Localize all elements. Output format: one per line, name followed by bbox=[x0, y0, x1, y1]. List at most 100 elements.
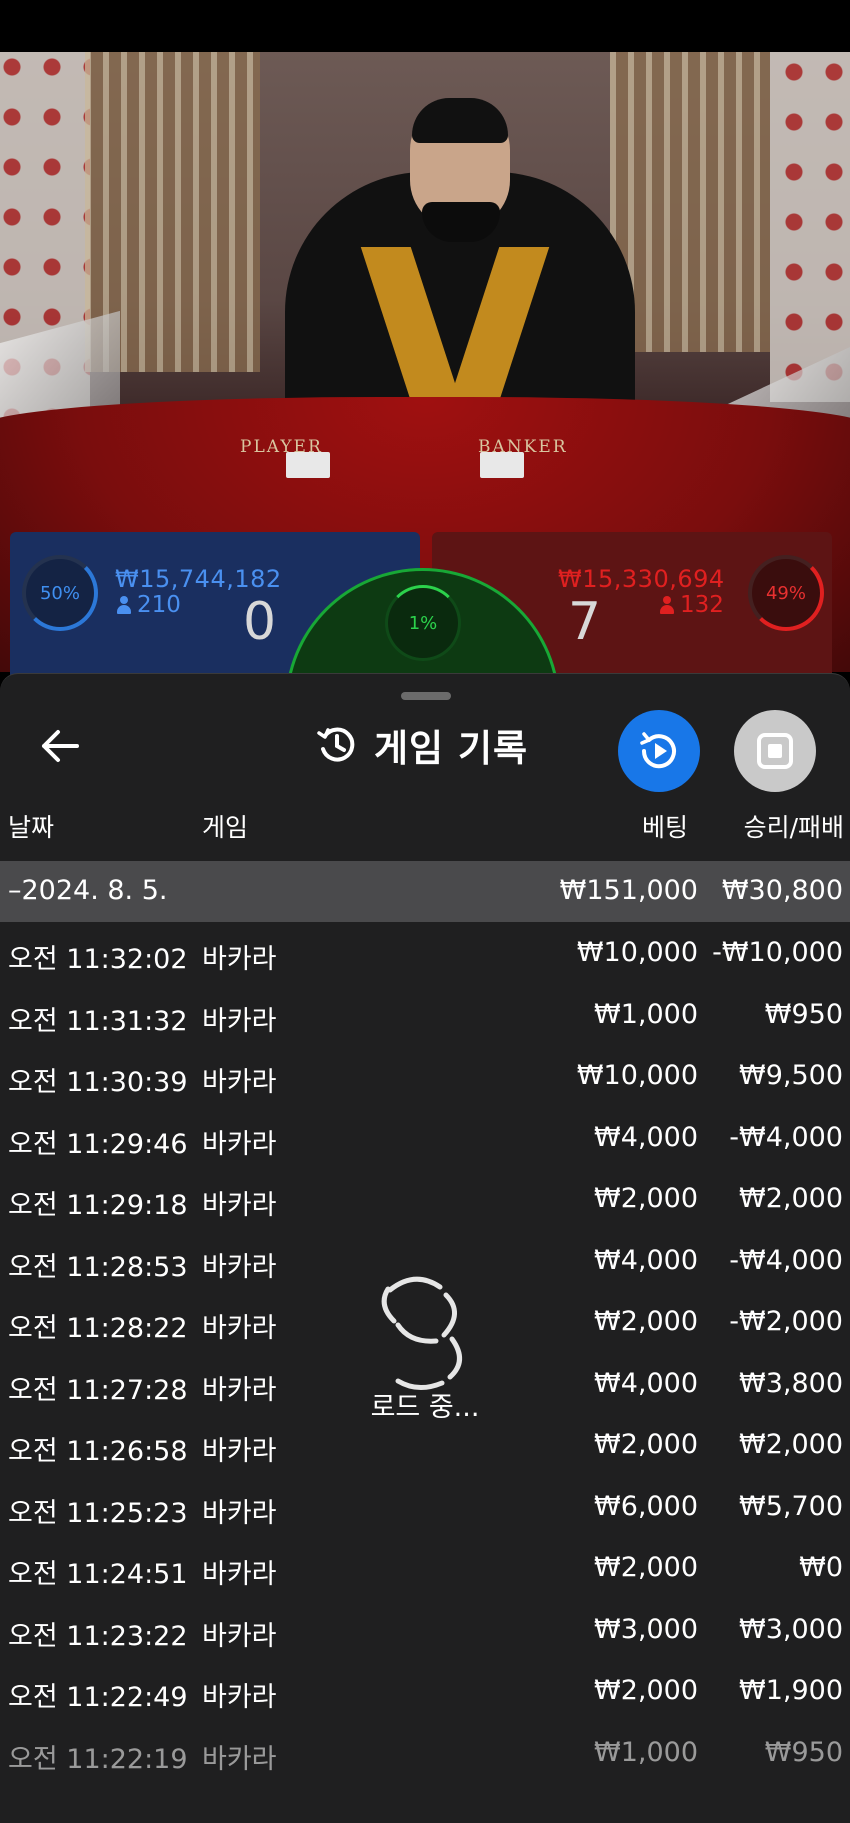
banker-bettors: 132 bbox=[680, 592, 724, 618]
row-bet: ₩4,000 bbox=[594, 1244, 698, 1276]
stop-button[interactable] bbox=[734, 710, 816, 792]
row-bet: ₩6,000 bbox=[594, 1490, 698, 1522]
summary-date: –2024. 8. 5. bbox=[8, 875, 168, 906]
dealer-hair bbox=[412, 98, 508, 143]
row-bet: ₩1,000 bbox=[594, 1736, 698, 1768]
row-time: 오전 11:27:28 bbox=[8, 1374, 188, 1406]
row-game: 바카라 bbox=[202, 1190, 277, 1221]
stop-square-icon bbox=[757, 733, 793, 769]
row-win-loss: ₩950 bbox=[764, 1736, 843, 1768]
tie-percent-ring: 1% bbox=[385, 585, 461, 661]
row-win-loss: ₩5,700 bbox=[739, 1490, 843, 1522]
row-time: 오전 11:29:18 bbox=[8, 1190, 188, 1221]
row-time: 오전 11:25:23 bbox=[8, 1497, 188, 1529]
history-title-group: 게임 기록 bbox=[316, 717, 528, 773]
row-time: 오전 11:23:22 bbox=[8, 1620, 188, 1652]
row-game: 바카라 bbox=[202, 1743, 277, 1775]
table-row[interactable]: 오전 11:23:22 바카라 ₩3,000 ₩3,000 bbox=[0, 1600, 850, 1662]
row-time: 오전 11:31:32 bbox=[8, 1005, 188, 1037]
sheet-drag-handle[interactable] bbox=[401, 692, 451, 700]
row-time: 오전 11:32:02 bbox=[8, 944, 188, 975]
row-game: 바카라 bbox=[202, 1067, 277, 1098]
back-button[interactable] bbox=[32, 718, 88, 774]
column-header-game: 게임 bbox=[202, 813, 249, 842]
blossom-decor-right bbox=[770, 52, 850, 402]
row-game: 바카라 bbox=[202, 1559, 277, 1590]
row-time: 오전 11:22:49 bbox=[8, 1682, 188, 1713]
table-row[interactable]: 오전 11:32:02 바카라 ₩10,000 -₩10,000 bbox=[0, 923, 850, 985]
player-percent-ring: 50% bbox=[22, 555, 98, 631]
player-percent: 50% bbox=[39, 582, 80, 604]
table-row[interactable]: 오전 11:25:23 바카라 ₩6,000 ₩5,700 bbox=[0, 1477, 850, 1539]
column-header-win-loss: 승리/패배 bbox=[743, 813, 844, 842]
table-row[interactable]: 오전 11:31:32 바카라 ₩1,000 ₩950 bbox=[0, 985, 850, 1047]
row-bet: ₩4,000 bbox=[594, 1367, 698, 1399]
banker-total-amount: ₩15,330,694 bbox=[558, 565, 725, 593]
table-row[interactable]: 오전 11:26:58 바카라 ₩2,000 ₩2,000 bbox=[0, 1415, 850, 1477]
player-card bbox=[286, 452, 330, 478]
date-summary-row[interactable]: –2024. 8. 5. ₩151,000 ₩30,800 bbox=[0, 861, 850, 922]
row-win-loss: -₩4,000 bbox=[729, 1121, 843, 1153]
row-win-loss: ₩2,000 bbox=[739, 1429, 843, 1460]
row-win-loss: ₩9,500 bbox=[739, 1060, 843, 1091]
row-win-loss: -₩4,000 bbox=[729, 1244, 843, 1276]
row-bet: ₩2,000 bbox=[594, 1552, 698, 1583]
row-game: 바카라 bbox=[202, 1682, 277, 1713]
banker-bettor-count: 132 bbox=[660, 592, 724, 618]
replay-button[interactable] bbox=[618, 710, 700, 792]
table-row[interactable]: 오전 11:29:46 바카라 ₩4,000 -₩4,000 bbox=[0, 1108, 850, 1170]
row-time: 오전 11:30:39 bbox=[8, 1067, 188, 1098]
row-time: 오전 11:28:22 bbox=[8, 1313, 188, 1344]
row-time: 오전 11:26:58 bbox=[8, 1436, 188, 1467]
player-total-amount: ₩15,744,182 bbox=[115, 565, 282, 593]
page-title: 게임 기록 bbox=[374, 727, 529, 770]
table-row[interactable]: 오전 11:24:51 바카라 ₩2,000 ₩0 bbox=[0, 1538, 850, 1600]
table-row[interactable]: 오전 11:29:18 바카라 ₩2,000 ₩2,000 bbox=[0, 1169, 850, 1231]
player-score: 0 bbox=[243, 592, 277, 652]
row-game: 바카라 bbox=[202, 1436, 277, 1467]
row-time: 오전 11:28:53 bbox=[8, 1251, 188, 1283]
row-win-loss: ₩0 bbox=[799, 1552, 843, 1583]
player-bettor-count: 210 bbox=[117, 592, 181, 618]
row-win-loss: ₩950 bbox=[764, 998, 843, 1030]
row-game: 바카라 bbox=[202, 1497, 277, 1529]
summary-win-loss: ₩30,800 bbox=[721, 875, 843, 906]
person-icon bbox=[660, 596, 674, 614]
row-game: 바카라 bbox=[202, 1128, 277, 1160]
row-bet: ₩2,000 bbox=[594, 1429, 698, 1460]
banker-percent: 49% bbox=[765, 582, 806, 604]
history-table-header: 날짜 게임 베팅 승리/패배 bbox=[0, 800, 850, 850]
row-bet: ₩2,000 bbox=[594, 1183, 698, 1214]
row-game: 바카라 bbox=[202, 944, 277, 975]
person-icon bbox=[117, 596, 131, 614]
history-clock-icon bbox=[317, 727, 355, 762]
replay-play-icon bbox=[640, 732, 676, 769]
table-row[interactable]: 오전 11:22:19 바카라 ₩1,000 ₩950 bbox=[0, 1723, 850, 1785]
player-bettors: 210 bbox=[137, 592, 181, 618]
row-bet: ₩2,000 bbox=[594, 1675, 698, 1706]
tie-percent: 1% bbox=[408, 612, 438, 634]
row-game: 바카라 bbox=[202, 1251, 277, 1283]
row-bet: ₩4,000 bbox=[594, 1121, 698, 1153]
row-win-loss: ₩1,900 bbox=[739, 1675, 843, 1706]
row-win-loss: ₩3,800 bbox=[739, 1367, 843, 1399]
row-bet: ₩1,000 bbox=[594, 998, 698, 1030]
banker-percent-ring: 49% bbox=[748, 555, 824, 631]
row-game: 바카라 bbox=[202, 1374, 277, 1406]
column-header-bet: 베팅 bbox=[641, 813, 688, 842]
row-win-loss: ₩2,000 bbox=[739, 1183, 843, 1214]
banker-score: 7 bbox=[568, 592, 602, 652]
status-bar bbox=[0, 0, 850, 52]
row-win-loss: -₩2,000 bbox=[729, 1306, 843, 1337]
row-time: 오전 11:24:51 bbox=[8, 1559, 188, 1590]
row-game: 바카라 bbox=[202, 1313, 277, 1344]
row-time: 오전 11:22:19 bbox=[8, 1743, 188, 1775]
banker-card bbox=[480, 452, 524, 478]
row-game: 바카라 bbox=[202, 1620, 277, 1652]
summary-bet: ₩151,000 bbox=[559, 875, 698, 906]
column-header-date: 날짜 bbox=[8, 813, 55, 842]
table-row[interactable]: 오전 11:22:49 바카라 ₩2,000 ₩1,900 bbox=[0, 1661, 850, 1723]
loading-text: 로드 중... bbox=[370, 1392, 480, 1423]
table-row[interactable]: 오전 11:30:39 바카라 ₩10,000 ₩9,500 bbox=[0, 1046, 850, 1108]
row-bet: ₩10,000 bbox=[576, 937, 698, 968]
